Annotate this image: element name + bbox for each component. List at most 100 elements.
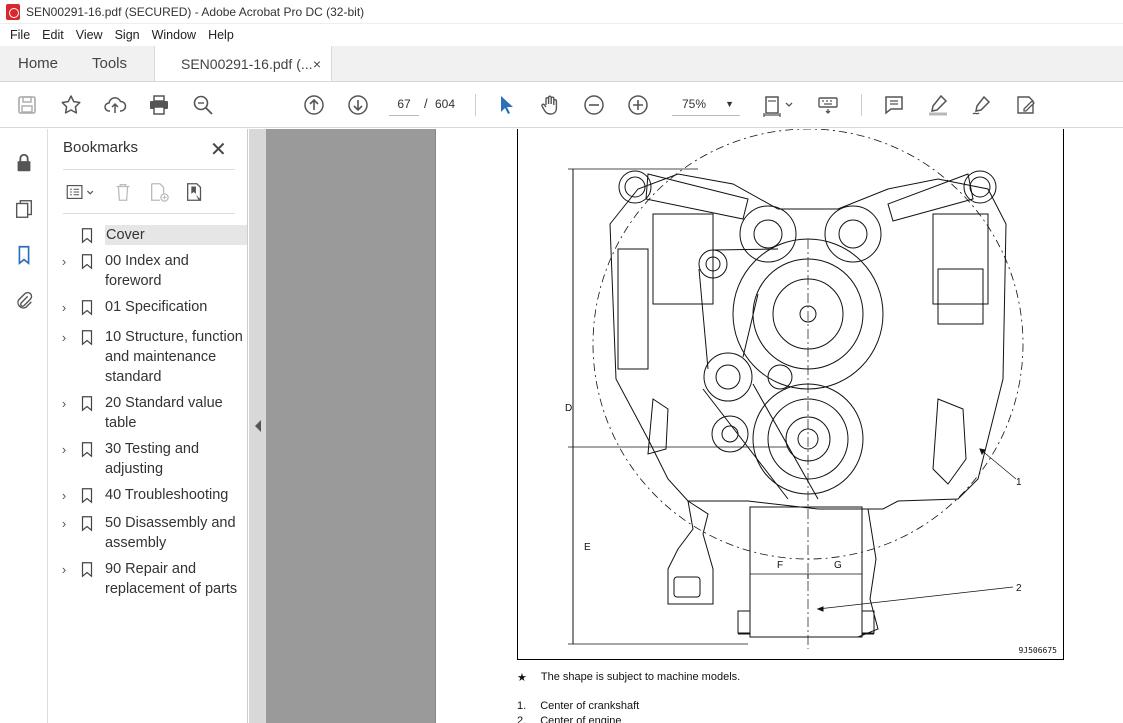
save-icon[interactable] — [14, 92, 40, 118]
page-number-input[interactable]: 67 — [389, 92, 419, 116]
divider — [63, 169, 235, 170]
document-viewport[interactable]: D E F G 1 2 9J506675 ★ The shape is subj… — [249, 129, 1123, 723]
dimension-label-e: E — [584, 542, 591, 553]
chevron-right-icon[interactable]: › — [57, 485, 71, 505]
bookmark-icon — [79, 225, 95, 245]
bookmark-label: 20 Standard value table — [105, 395, 223, 431]
highlight-pen-icon[interactable] — [925, 92, 951, 118]
bookmarks-list: Cover › 00 Index and foreword › 01 Speci… — [49, 225, 248, 605]
list-text: Center of crankshaft — [540, 700, 640, 712]
acrobat-logo-icon — [6, 3, 20, 20]
next-page-icon[interactable] — [345, 92, 371, 118]
menu-view[interactable]: View — [70, 28, 109, 42]
bookmark-item[interactable]: › 40 Troubleshooting — [49, 485, 248, 505]
bookmarks-title: Bookmarks — [63, 139, 139, 156]
draw-signature-icon[interactable] — [969, 92, 995, 118]
bookmark-label: 01 Specification — [105, 299, 208, 315]
bookmarks-panel: Bookmarks ✕ Cover › 00 Index and forewor… — [49, 129, 248, 723]
bookmark-item[interactable]: › 20 Standard value table — [49, 393, 248, 433]
close-icon[interactable]: ✕ — [210, 137, 227, 162]
hand-tool-icon[interactable] — [537, 92, 563, 118]
chevron-right-icon[interactable]: › — [57, 393, 71, 413]
chevron-right-icon[interactable]: › — [57, 513, 71, 533]
tab-tools[interactable]: Tools — [74, 46, 154, 81]
toolbar: 67 / 604 75% ▼ — [0, 82, 1123, 128]
chevron-right-icon[interactable]: › — [57, 327, 71, 347]
dimension-label-f: F — [777, 560, 783, 571]
delete-trash-icon[interactable] — [111, 180, 135, 204]
chevron-right-icon[interactable]: › — [57, 439, 71, 459]
title-bar: SEN00291-16.pdf (SECURED) - Adobe Acroba… — [0, 0, 1123, 24]
tab-document[interactable]: SEN00291-16.pdf (... × — [154, 46, 332, 81]
tab-bar: Home Tools SEN00291-16.pdf (... × — [0, 46, 1123, 82]
divider — [63, 213, 235, 214]
bookmark-item[interactable]: › 30 Testing and adjusting — [49, 439, 248, 479]
keyboard-icon[interactable] — [815, 92, 841, 118]
menu-help[interactable]: Help — [202, 28, 240, 42]
bookmark-label: 50 Disassembly and assembly — [105, 515, 236, 551]
bookmark-options-icon[interactable] — [63, 180, 99, 204]
select-pointer-icon[interactable] — [493, 92, 519, 118]
zoom-level-select[interactable]: 75% ▼ — [672, 92, 740, 116]
list-text: Center of engine — [540, 715, 622, 723]
bookmark-properties-icon[interactable] — [183, 180, 207, 204]
bookmark-icon — [79, 513, 95, 533]
zoom-out-icon[interactable] — [581, 92, 607, 118]
bookmark-item[interactable]: › 90 Repair and replacement of parts — [49, 559, 248, 599]
bookmark-icon — [79, 327, 95, 347]
previous-page-icon[interactable] — [301, 92, 327, 118]
note-line: ★ The shape is subject to machine models… — [517, 671, 740, 684]
lock-icon[interactable] — [12, 151, 36, 175]
chevron-right-icon[interactable]: › — [57, 251, 71, 271]
bookmarks-toolbar — [63, 179, 207, 205]
zoom-search-icon[interactable] — [190, 92, 216, 118]
bookmark-item[interactable]: › 10 Structure, function and maintenance… — [49, 327, 248, 387]
chevron-right-icon[interactable]: › — [57, 559, 71, 579]
list-item: 2. Center of engine — [517, 715, 622, 723]
bookmark-label: Cover — [105, 225, 247, 245]
dimension-label-d: D — [565, 403, 572, 414]
pdf-page: D E F G 1 2 9J506675 ★ The shape is subj… — [435, 129, 1123, 723]
page-fit-icon[interactable] — [760, 92, 796, 118]
bookmark-panel-icon[interactable] — [12, 243, 36, 267]
toolbar-divider — [475, 94, 476, 116]
new-bookmark-icon[interactable] — [147, 180, 171, 204]
bookmark-label: 90 Repair and replacement of parts — [105, 561, 238, 597]
tab-document-label: SEN00291-16.pdf (... — [181, 55, 313, 72]
page-separator: / — [424, 96, 428, 111]
left-navigation-rail — [0, 129, 48, 723]
window-title: SEN00291-16.pdf (SECURED) - Adobe Acroba… — [26, 4, 365, 19]
menu-window[interactable]: Window — [146, 28, 202, 42]
expand-placeholder — [57, 225, 71, 245]
attachment-paperclip-icon[interactable] — [12, 289, 36, 313]
collapse-panel-icon[interactable] — [251, 417, 265, 435]
engine-drawing: D E F G 1 2 — [565, 129, 1024, 649]
pages-thumbnail-icon[interactable] — [12, 197, 36, 221]
menu-edit[interactable]: Edit — [36, 28, 70, 42]
bookmark-label: 40 Troubleshooting — [105, 487, 229, 503]
chevron-down-icon: ▼ — [725, 99, 734, 109]
tab-close-icon[interactable]: × — [313, 56, 321, 72]
toolbar-divider — [861, 94, 862, 116]
bookmark-icon — [79, 251, 95, 271]
bookmark-item[interactable]: › 50 Disassembly and assembly — [49, 513, 248, 553]
print-icon[interactable] — [146, 92, 172, 118]
zoom-in-icon[interactable] — [625, 92, 651, 118]
fill-sign-icon[interactable] — [1013, 92, 1039, 118]
star-icon[interactable] — [58, 92, 84, 118]
upload-cloud-icon[interactable] — [102, 92, 128, 118]
note-text: The shape is subject to machine models. — [540, 671, 741, 683]
menu-file[interactable]: File — [4, 28, 36, 42]
panel-collapse-gutter[interactable] — [249, 129, 266, 723]
bookmark-item[interactable]: › 00 Index and foreword — [49, 251, 248, 291]
engine-diagram: D E F G 1 2 9J506675 — [517, 129, 1064, 660]
list-number: 2. — [517, 715, 527, 723]
menu-sign[interactable]: Sign — [109, 28, 146, 42]
chevron-right-icon[interactable]: › — [57, 297, 71, 317]
tab-home[interactable]: Home — [0, 46, 74, 81]
dimension-label-g: G — [834, 560, 842, 571]
list-number: 1. — [517, 700, 527, 712]
bookmark-item[interactable]: Cover — [49, 225, 248, 245]
bookmark-item[interactable]: › 01 Specification — [49, 297, 248, 317]
comment-icon[interactable] — [881, 92, 907, 118]
